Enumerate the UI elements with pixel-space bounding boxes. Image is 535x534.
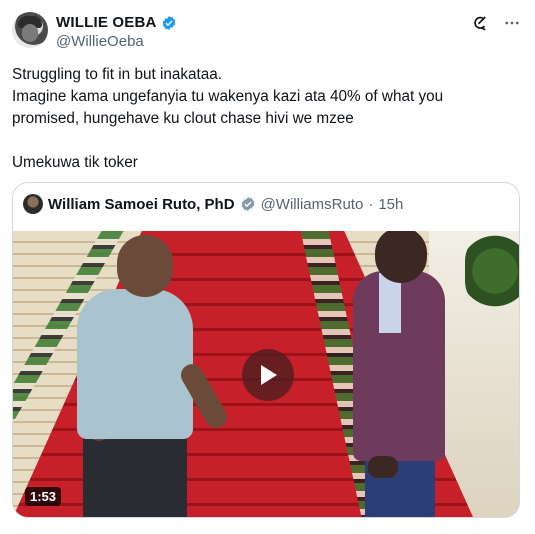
quoted-author-avatar[interactable] [23,194,43,214]
author-avatar[interactable] [12,12,48,48]
play-button[interactable] [242,349,294,401]
author-name-row: WILLIE OEBA [56,14,177,31]
video-person-left [77,289,193,439]
quoted-author-name[interactable]: William Samoei Ruto, PhD [48,196,235,213]
video-person-right [368,456,398,478]
video-plant [465,231,519,311]
quoted-tweet[interactable]: William Samoei Ruto, PhD @WilliamsRuto ·… [12,182,520,518]
tweet-actions-top [471,14,521,32]
verified-badge-icon [241,197,254,211]
author-handle[interactable]: @WillieOeba [56,33,144,50]
tweet-card[interactable]: WILLIE OEBA @WillieOeba Struggling to fi… [0,0,535,534]
quoted-tweet-time[interactable]: 15h [378,196,403,213]
tweet-text-line: Umekuwa tik toker [12,154,138,171]
video-person-left [117,235,173,297]
tweet-text: Struggling to fit in but inakataa. Imagi… [12,64,512,174]
quoted-author-handle[interactable]: @WilliamsRuto [261,196,364,213]
more-options-icon[interactable] [503,14,521,32]
video-person-right [375,231,427,283]
verified-badge-icon [162,15,175,30]
tweet-text-line: Imagine kama ungefanyia tu wakenya kazi … [12,88,444,127]
meta-separator: · [368,195,374,213]
grok-icon[interactable] [471,14,489,32]
video-duration-badge: 1:53 [25,487,62,506]
author-display-name[interactable]: WILLIE OEBA [56,14,157,31]
tweet-text-line: Struggling to fit in but inakataa. [12,66,223,83]
play-icon [261,365,277,385]
video-person-left [83,437,187,517]
avatar-face [22,24,38,42]
quoted-tweet-header: William Samoei Ruto, PhD @WilliamsRuto ·… [23,194,403,214]
video-player[interactable]: 1:53 [13,231,519,517]
